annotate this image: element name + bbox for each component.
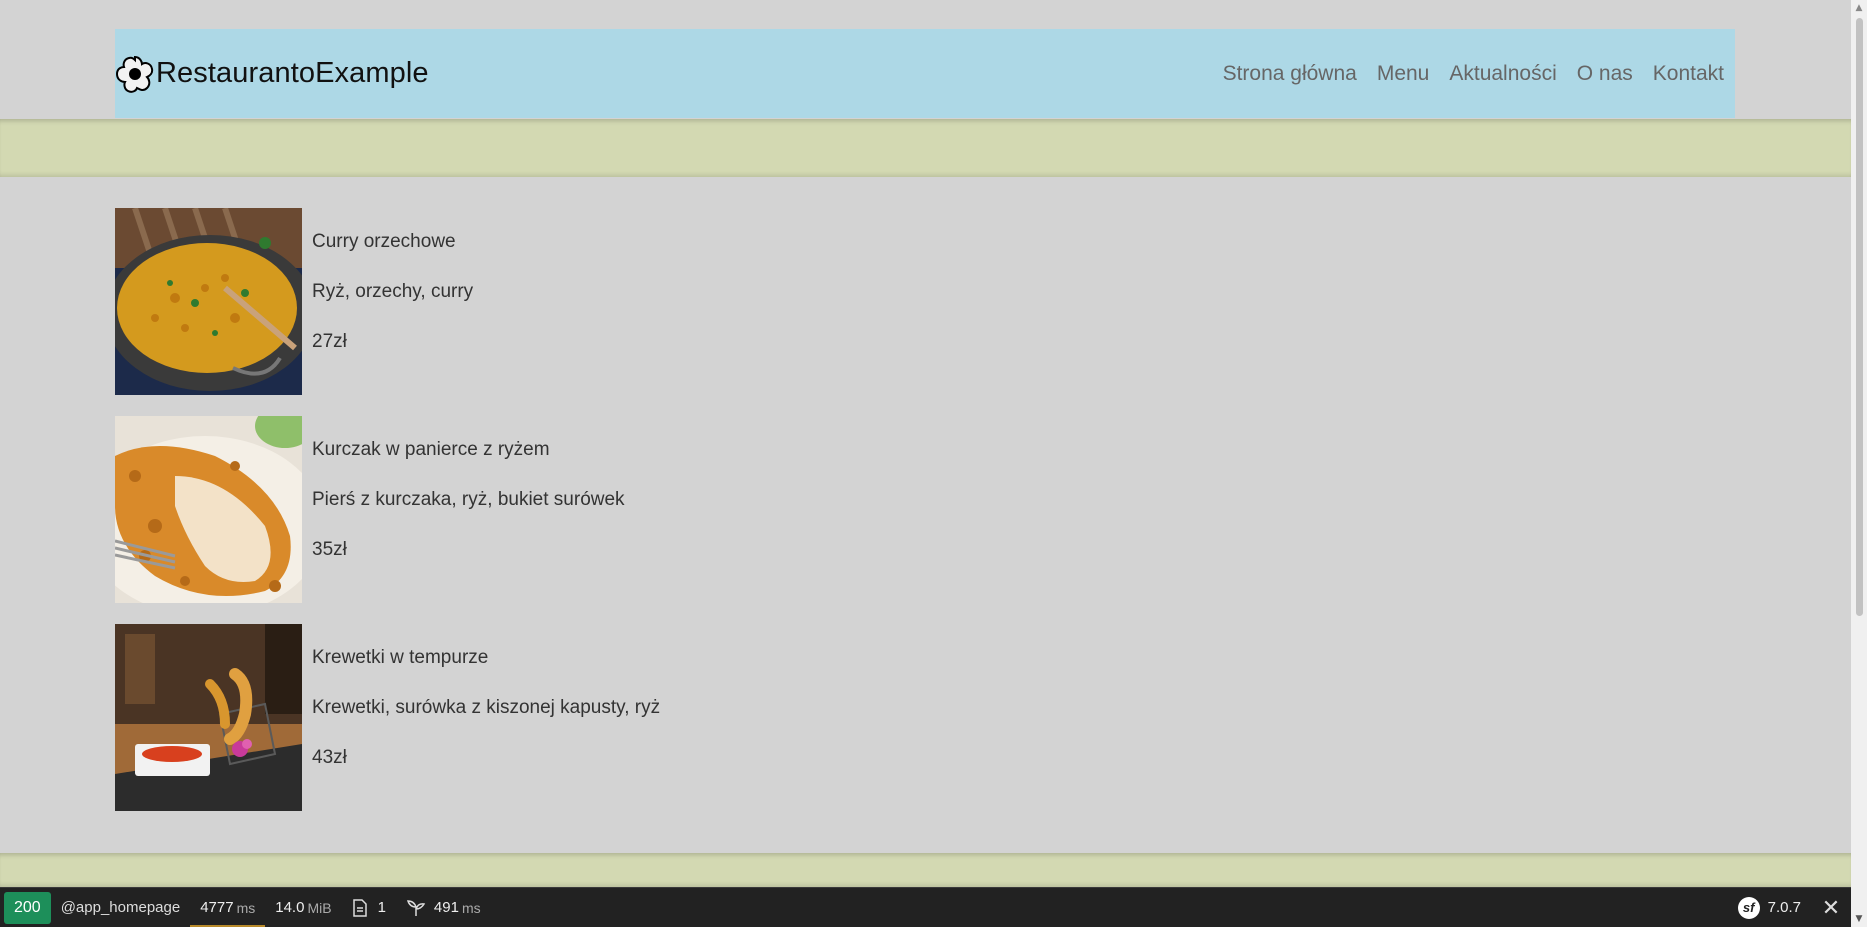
toolbar-right: sf 7.0.7 ✕ xyxy=(1728,888,1851,927)
close-toolbar-icon[interactable]: ✕ xyxy=(1811,895,1851,921)
scroll-thumb[interactable] xyxy=(1856,18,1863,616)
file-icon xyxy=(352,898,367,917)
files-panel[interactable]: 1 xyxy=(342,888,396,927)
vertical-scrollbar[interactable]: ▲ ▼ xyxy=(1851,0,1867,927)
status-code-badge[interactable]: 200 xyxy=(4,891,51,924)
dish-price: 43zł xyxy=(312,747,347,768)
curry-dish-photo xyxy=(115,208,302,395)
menu-item: Curry orzechowe Ryż, orzechy, curry 27zł xyxy=(115,208,660,395)
nav-link-menu[interactable]: Menu xyxy=(1377,62,1430,86)
dish-details: Krewetki w tempurze Krewetki, surówka z … xyxy=(312,624,660,811)
dish-name: Kurczak w panierce z ryżem xyxy=(312,439,550,460)
init-time-unit: ms xyxy=(461,899,481,916)
dish-name: Krewetki w tempurze xyxy=(312,647,489,668)
flower-icon xyxy=(115,55,154,93)
request-time-value: 4777 xyxy=(200,899,234,916)
menu-item: Kurczak w panierce z ryżem Pierś z kurcz… xyxy=(115,416,660,603)
version-number: 7.0.7 xyxy=(1767,899,1801,916)
dish-details: Kurczak w panierce z ryżem Pierś z kurcz… xyxy=(312,416,625,603)
scroll-up-arrow-icon[interactable]: ▲ xyxy=(1851,0,1867,16)
request-time[interactable]: 4777 ms xyxy=(190,889,266,927)
memory-value: 14.0 xyxy=(275,899,305,916)
tempura-shrimp-photo xyxy=(115,624,302,811)
menu-list: Curry orzechowe Ryż, orzechy, curry 27zł xyxy=(115,208,660,832)
dish-price: 27zł xyxy=(312,331,347,352)
init-time[interactable]: 491 ms xyxy=(396,888,491,927)
init-time-value: 491 xyxy=(433,899,459,916)
memory-unit: MiB xyxy=(307,899,332,916)
main-nav: Strona główna Menu Aktualności O nas Kon… xyxy=(1203,29,1735,118)
dish-ingredients: Krewetki, surówka z kiszonej kapusty, ry… xyxy=(312,697,661,718)
site-header: RestaurantoExample Strona główna Menu Ak… xyxy=(115,29,1735,118)
top-banner xyxy=(0,119,1851,177)
nav-link-about[interactable]: O nas xyxy=(1577,62,1633,86)
symfony-version[interactable]: sf 7.0.7 xyxy=(1728,888,1811,927)
site-title: RestaurantoExample xyxy=(156,57,429,89)
scroll-down-arrow-icon[interactable]: ▼ xyxy=(1851,911,1867,927)
symfony-logo-icon: sf xyxy=(1737,896,1760,919)
dish-details: Curry orzechowe Ryż, orzechy, curry 27zł xyxy=(312,208,473,395)
menu-item: Krewetki w tempurze Krewetki, surówka z … xyxy=(115,624,660,811)
request-time-unit: ms xyxy=(236,899,256,916)
memory-usage[interactable]: 14.0 MiB xyxy=(265,888,341,927)
dish-price: 35zł xyxy=(312,539,347,560)
page: RestaurantoExample Strona główna Menu Ak… xyxy=(0,0,1851,927)
dish-ingredients: Ryż, orzechy, curry xyxy=(312,281,474,302)
sprout-icon xyxy=(406,899,426,916)
route-name[interactable]: @app_homepage xyxy=(51,888,191,927)
nav-link-home[interactable]: Strona główna xyxy=(1223,62,1357,86)
breaded-chicken-photo xyxy=(115,416,302,603)
bottom-banner xyxy=(0,853,1851,887)
nav-link-news[interactable]: Aktualności xyxy=(1449,62,1556,86)
dish-name: Curry orzechowe xyxy=(312,231,456,252)
file-count: 1 xyxy=(377,899,386,916)
dish-ingredients: Pierś z kurczaka, ryż, bukiet surówek xyxy=(312,489,625,510)
debug-toolbar: 200 @app_homepage 4777 ms 14.0 MiB 1 491 ms… xyxy=(0,887,1851,927)
nav-link-contact[interactable]: Kontakt xyxy=(1653,62,1724,86)
site-logo[interactable]: RestaurantoExample xyxy=(115,29,429,118)
